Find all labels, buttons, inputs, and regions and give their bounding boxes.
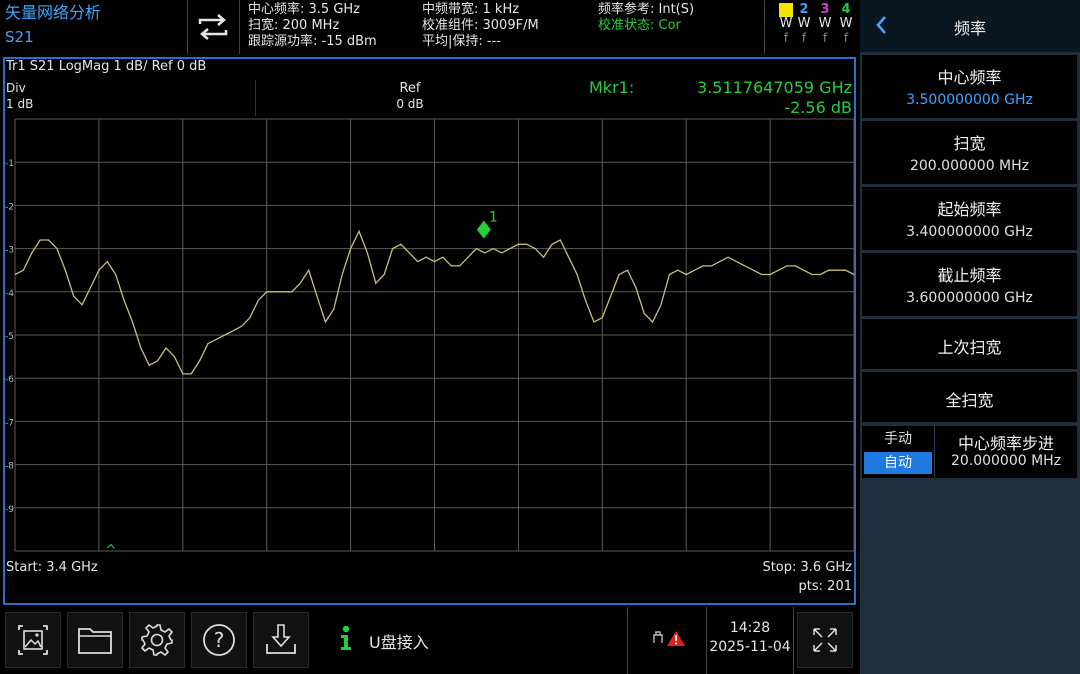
- softkey-value: 3.400000000 GHz: [906, 224, 1033, 240]
- softkey-value: 3.600000000 GHz: [906, 290, 1033, 306]
- trace-2-mode: W: [797, 16, 811, 31]
- info-icon: [339, 625, 353, 655]
- help-button[interactable]: ?: [191, 612, 247, 668]
- s-parameter[interactable]: S21: [5, 28, 34, 46]
- ref-level-caret: ^: [105, 543, 116, 554]
- divider: [793, 607, 794, 674]
- softkey-label: 中心频率: [937, 68, 1002, 87]
- settings-button[interactable]: [129, 612, 185, 668]
- trace-3-indicator[interactable]: 3 W f: [818, 2, 832, 46]
- y-tick-label: -2: [5, 202, 14, 212]
- usb-message: U盘接入: [369, 633, 429, 652]
- y-tick-label: -1: [5, 159, 14, 169]
- y-tick-label: -7: [5, 418, 14, 428]
- trace-1-mode: W: [779, 16, 793, 31]
- screenshot-icon: [18, 625, 48, 655]
- trace-2-indicator[interactable]: 2 W f: [797, 2, 811, 46]
- divider: [627, 607, 628, 674]
- divider: [934, 426, 935, 478]
- y-tick-label: -6: [5, 375, 14, 385]
- trace-4-indicator[interactable]: 4 W f: [839, 2, 853, 46]
- folder-icon: [78, 628, 112, 654]
- span-readout: 扫宽: 200 MHz: [248, 18, 340, 33]
- y-tick-label: -8: [5, 462, 14, 472]
- trace-3-detector: f: [822, 31, 828, 45]
- status-bar: 矢量网络分析 S21 中心频率: 3.5 GHz 扫宽: 200 MHz 跟踪源…: [0, 0, 858, 54]
- freq-ref-readout: 频率参考: Int(S): [598, 2, 695, 17]
- network-alert-icon[interactable]: [652, 629, 688, 653]
- help-icon: ?: [203, 624, 235, 656]
- softkey-start-freq[interactable]: 起始频率 3.400000000 GHz: [862, 187, 1077, 250]
- y-tick-label: -5: [5, 332, 14, 342]
- step-value: 20.000000 MHz: [950, 453, 1062, 469]
- marker-1-number: 1: [489, 210, 498, 226]
- trace-4-number: 4: [841, 2, 851, 17]
- trace-4-mode: W: [839, 16, 853, 31]
- trace-2-number: 2: [799, 2, 809, 17]
- cal-status-readout: 校准状态: Cor: [598, 18, 681, 33]
- sweep-mode-icon[interactable]: [196, 12, 230, 46]
- clock-time: 14:28: [729, 620, 771, 636]
- step-auto-option[interactable]: 自动: [864, 452, 932, 474]
- softkey-label: 全扫宽: [945, 391, 994, 410]
- settings-icon: [141, 624, 173, 656]
- softkey-value: 200.000000 MHz: [909, 158, 1030, 174]
- softkey-label: 扫宽: [953, 134, 986, 153]
- svg-text:?: ?: [214, 628, 225, 652]
- softkey-label: 起始频率: [937, 200, 1002, 219]
- y-tick-label: -9: [5, 505, 14, 515]
- softkey-center-step[interactable]: 手动 自动 中心频率步进 20.000000 MHz: [862, 426, 1077, 478]
- trace-plot[interactable]: -1 -2 -3 -4 -5 -6 -7 -8 -9 1 ^: [5, 59, 855, 554]
- softkey-panel: 频率 中心频率 3.500000000 GHz 扫宽 200.000000 MH…: [860, 0, 1080, 674]
- points-label: pts: 201: [798, 579, 852, 594]
- divider: [239, 0, 240, 54]
- y-tick-label: -3: [5, 246, 14, 256]
- softkey-label: 截止频率: [937, 266, 1002, 285]
- trace-3-mode: W: [818, 16, 832, 31]
- panel-header: 频率: [860, 0, 1080, 52]
- trace-3-number: 3: [820, 2, 830, 17]
- screenshot-button[interactable]: [5, 612, 61, 668]
- divider: [187, 0, 188, 54]
- divider: [764, 0, 765, 54]
- center-freq-readout: 中心频率: 3.5 GHz: [248, 2, 360, 17]
- panel-title: 频率: [953, 19, 986, 38]
- step-label: 中心频率步进: [957, 434, 1054, 453]
- expand-icon: [813, 628, 837, 652]
- softkey-span[interactable]: 扫宽 200.000000 MHz: [862, 121, 1077, 184]
- fullscreen-button[interactable]: [797, 612, 853, 668]
- cal-kit-readout: 校准组件: 3009F/M: [422, 18, 539, 33]
- start-freq-label: Start: 3.4 GHz: [6, 560, 98, 575]
- clock-date: 2025-11-04: [709, 639, 791, 655]
- file-button[interactable]: [67, 612, 123, 668]
- y-tick-labels: -1 -2 -3 -4 -5 -6 -7 -8 -9: [5, 159, 14, 515]
- y-tick-label: -4: [5, 289, 14, 299]
- avg-hold-readout: 平均|保持: ---: [422, 34, 501, 49]
- plot-grid: [14, 118, 855, 552]
- trace-1-detector: f: [783, 31, 789, 45]
- trace-2-detector: f: [801, 31, 807, 45]
- save-button[interactable]: [253, 612, 309, 668]
- bottom-toolbar: ? U盘接入 14:28 2025-11-04: [0, 607, 858, 674]
- if-bw-readout: 中频带宽: 1 kHz: [422, 2, 520, 17]
- softkey-value: 3.500000000 GHz: [906, 92, 1033, 108]
- back-chevron-icon[interactable]: [874, 14, 888, 40]
- marker-1[interactable]: 1: [476, 210, 498, 239]
- app-title: 矢量网络分析: [5, 3, 102, 22]
- softkey-center-freq[interactable]: 中心频率 3.500000000 GHz: [862, 55, 1077, 118]
- stop-freq-label: Stop: 3.6 GHz: [762, 560, 852, 575]
- divider: [706, 607, 707, 674]
- trace-1-number: 1: [779, 3, 793, 17]
- track-power-readout: 跟踪源功率: -15 dBm: [248, 34, 377, 49]
- step-manual-option[interactable]: 手动: [864, 428, 932, 450]
- trace-4-detector: f: [843, 31, 849, 45]
- download-icon: [266, 624, 296, 654]
- softkey-label: 上次扫宽: [937, 338, 1002, 357]
- softkey-full-span[interactable]: 全扫宽: [862, 372, 1077, 422]
- trace-1-indicator[interactable]: 1 W f: [779, 3, 793, 45]
- softkey-last-span[interactable]: 上次扫宽: [862, 319, 1077, 369]
- softkey-stop-freq[interactable]: 截止频率 3.600000000 GHz: [862, 253, 1077, 316]
